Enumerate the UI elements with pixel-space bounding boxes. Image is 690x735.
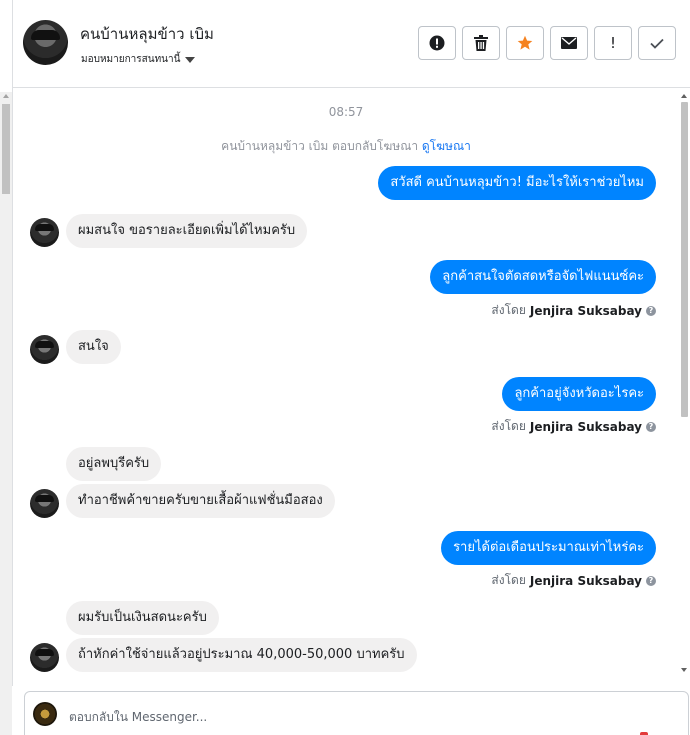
alert-circle-icon bbox=[429, 35, 445, 51]
thread-scrollbar[interactable] bbox=[678, 88, 690, 686]
outgoing-message: สวัสดี คนบ้านหลุมข้าว! มีอะไรให้เราช่วยไ… bbox=[378, 166, 656, 200]
message-timestamp: 08:57 bbox=[328, 105, 364, 119]
incoming-message: ผมรับเป็นเงินสดนะครับ bbox=[66, 601, 219, 635]
assign-label: มอบหมายการสนทนานี้ bbox=[81, 54, 181, 65]
sent-by-label: ส่งโดย bbox=[491, 419, 526, 433]
agent-name: Jenjira Suksabay bbox=[529, 573, 642, 588]
report-button[interactable] bbox=[418, 26, 456, 60]
reply-composer[interactable]: ตอบกลับใน Messenger... bbox=[24, 691, 689, 735]
message-thread[interactable]: 08:57 คนบ้านหลุมข้าว เบิม ตอบกลับโฆษณา ด… bbox=[12, 88, 678, 686]
conversation-header: คนบ้านหลุมข้าว เบิม มอบหมายการสนทนานี้ ! bbox=[12, 0, 690, 88]
sent-by-info: ส่งโดย Jenjira Suksabay ? bbox=[491, 571, 656, 590]
ad-reply-text: คนบ้านหลุมข้าว เบิม ตอบกลับโฆษณา bbox=[221, 139, 419, 153]
checkmark-icon bbox=[650, 38, 664, 49]
contact-avatar-small[interactable] bbox=[30, 218, 59, 247]
contact-avatar-small[interactable] bbox=[30, 489, 59, 518]
incoming-message: อยู่ลพบุรีครับ bbox=[66, 447, 162, 481]
outgoing-message: ลูกค้าอยู่จังหวัดอะไรคะ bbox=[502, 377, 656, 411]
delete-button[interactable] bbox=[462, 26, 500, 60]
star-icon bbox=[517, 35, 533, 51]
contact-name[interactable]: คนบ้านหลุมข้าว เบิม bbox=[80, 22, 214, 46]
incoming-message: ผมสนใจ ขอรายละเอียดเพิ่มได้ไหมครับ bbox=[66, 214, 308, 248]
sent-by-label: ส่งโดย bbox=[491, 573, 526, 587]
incoming-message: สนใจ bbox=[66, 330, 121, 364]
sent-by-label: ส่งโดย bbox=[491, 303, 526, 317]
mark-unread-button[interactable] bbox=[550, 26, 588, 60]
page-avatar bbox=[33, 702, 57, 726]
contact-avatar-small[interactable] bbox=[30, 643, 59, 672]
outgoing-message: ลูกค้าสนใจตัดสดหรือจัดไฟแนนซ์คะ bbox=[430, 260, 656, 294]
follow-up-button[interactable]: ! bbox=[594, 26, 632, 60]
contact-avatar[interactable] bbox=[23, 20, 68, 65]
help-icon[interactable]: ? bbox=[646, 421, 656, 432]
ad-reply-notice: คนบ้านหลุมข้าว เบิม ตอบกลับโฆษณา ดูโฆษณา bbox=[13, 137, 678, 156]
thread-scrollbar-thumb[interactable] bbox=[681, 102, 688, 417]
scroll-down-arrow-icon[interactable] bbox=[681, 668, 687, 672]
trash-icon bbox=[474, 35, 488, 51]
sent-by-info: ส่งโดย Jenjira Suksabay ? bbox=[491, 417, 656, 436]
contact-avatar-small[interactable] bbox=[30, 335, 59, 364]
scroll-up-arrow-icon[interactable] bbox=[681, 94, 687, 98]
envelope-icon bbox=[561, 37, 577, 49]
agent-name: Jenjira Suksabay bbox=[529, 419, 642, 434]
exclamation-icon: ! bbox=[609, 34, 616, 52]
conversation-actions: ! bbox=[418, 26, 676, 60]
sent-by-info: ส่งโดย Jenjira Suksabay ? bbox=[491, 301, 656, 320]
page-scrollbar-thumb[interactable] bbox=[2, 104, 10, 194]
help-icon[interactable]: ? bbox=[646, 575, 656, 586]
outgoing-message: รายได้ต่อเดือนประมาณเท่าไหร่คะ bbox=[441, 531, 656, 565]
scroll-up-arrow-icon[interactable] bbox=[3, 94, 9, 98]
help-icon[interactable]: ? bbox=[646, 305, 656, 316]
agent-name: Jenjira Suksabay bbox=[529, 303, 642, 318]
view-ad-link[interactable]: ดูโฆษณา bbox=[422, 139, 471, 153]
incoming-message: ทำอาชีพค้าขายครับขายเสื้อผ้าแฟชั่นมือสอง bbox=[66, 484, 335, 518]
mark-done-button[interactable] bbox=[638, 26, 676, 60]
star-button[interactable] bbox=[506, 26, 544, 60]
assign-conversation-dropdown[interactable]: มอบหมายการสนทนานี้ bbox=[81, 52, 196, 67]
page-scrollbar[interactable] bbox=[0, 92, 12, 735]
incoming-message: ถ้าหักค่าใช้จ่ายแล้วอยู่ประมาณ 40,000-50… bbox=[66, 638, 417, 672]
caret-down-icon bbox=[185, 56, 196, 63]
reply-input[interactable]: ตอบกลับใน Messenger... bbox=[69, 708, 207, 727]
